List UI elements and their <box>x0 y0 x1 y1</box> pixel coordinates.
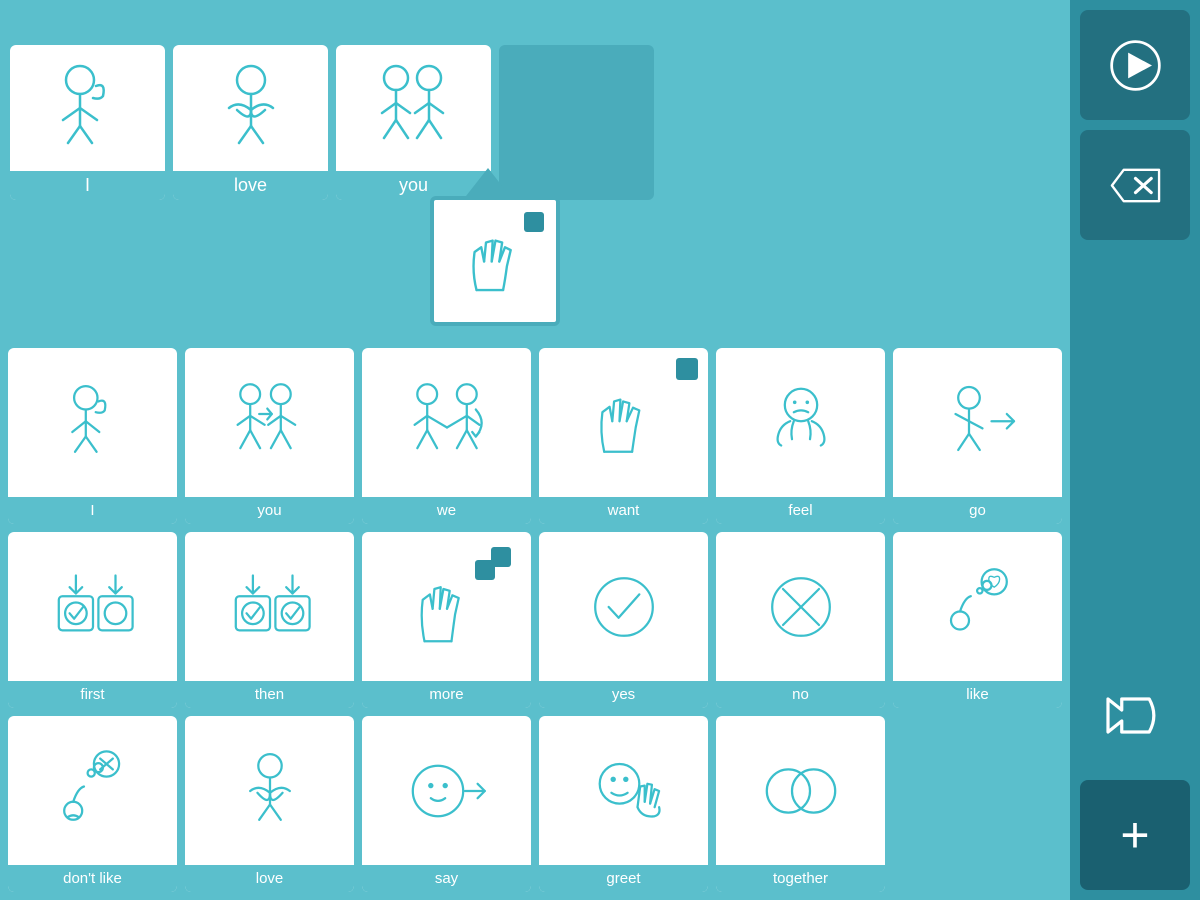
grid-label-together: together <box>716 865 885 892</box>
grid-label-greet: greet <box>539 865 708 892</box>
grid-label-then: then <box>185 681 354 708</box>
grid-card-then[interactable]: then <box>185 532 354 708</box>
grid-label-love2: love <box>185 865 354 892</box>
grid-card-go[interactable]: go <box>893 348 1062 524</box>
grid-card-dont-like[interactable]: don't like <box>8 716 177 892</box>
grid-card-greet[interactable]: greet <box>539 716 708 892</box>
grid-label-you: you <box>185 497 354 524</box>
sentence-label-I: I <box>10 171 165 200</box>
play-button[interactable] <box>1080 10 1190 120</box>
grid-card-love2[interactable]: love <box>185 716 354 892</box>
back-button[interactable] <box>1080 660 1190 770</box>
category-dot <box>524 212 544 232</box>
delete-button[interactable] <box>1080 130 1190 240</box>
grid-card-I[interactable]: I <box>8 348 177 524</box>
grid-card-more[interactable]: more <box>362 532 531 708</box>
want-dot <box>676 358 698 380</box>
sidebar: + <box>1070 0 1200 900</box>
grid-label-dont-like: don't like <box>8 865 177 892</box>
grid-label-say: say <box>362 865 531 892</box>
category-indicator <box>466 168 510 196</box>
grid-card-feel[interactable]: feel <box>716 348 885 524</box>
grid-label-feel: feel <box>716 497 885 524</box>
sentence-label-love: love <box>173 171 328 200</box>
active-category-card[interactable] <box>430 196 560 326</box>
grid-card-want[interactable]: want <box>539 348 708 524</box>
sentence-card-I[interactable]: I <box>10 45 165 200</box>
add-icon: + <box>1120 806 1149 864</box>
grid-card-together[interactable]: together <box>716 716 885 892</box>
sentence-bar: I love <box>0 0 1200 200</box>
grid-label-yes: yes <box>539 681 708 708</box>
grid-card-we[interactable]: we <box>362 348 531 524</box>
grid-card-like[interactable]: like <box>893 532 1062 708</box>
grid-card-you[interactable]: you <box>185 348 354 524</box>
sentence-card-love[interactable]: love <box>173 45 328 200</box>
grid-label-we: we <box>362 497 531 524</box>
grid-label-want: want <box>539 497 708 524</box>
grid-card-first[interactable]: first <box>8 532 177 708</box>
grid-card-no[interactable]: no <box>716 532 885 708</box>
add-button[interactable]: + <box>1080 780 1190 890</box>
grid-label-first: first <box>8 681 177 708</box>
sentence-empty-slot[interactable] <box>499 45 654 200</box>
grid-label-more: more <box>362 681 531 708</box>
grid-label-like: like <box>893 681 1062 708</box>
grid-card-say[interactable]: say <box>362 716 531 892</box>
grid-label-I: I <box>8 497 177 524</box>
grid-label-go: go <box>893 497 1062 524</box>
grid-label-no: no <box>716 681 885 708</box>
grid-card-yes[interactable]: yes <box>539 532 708 708</box>
